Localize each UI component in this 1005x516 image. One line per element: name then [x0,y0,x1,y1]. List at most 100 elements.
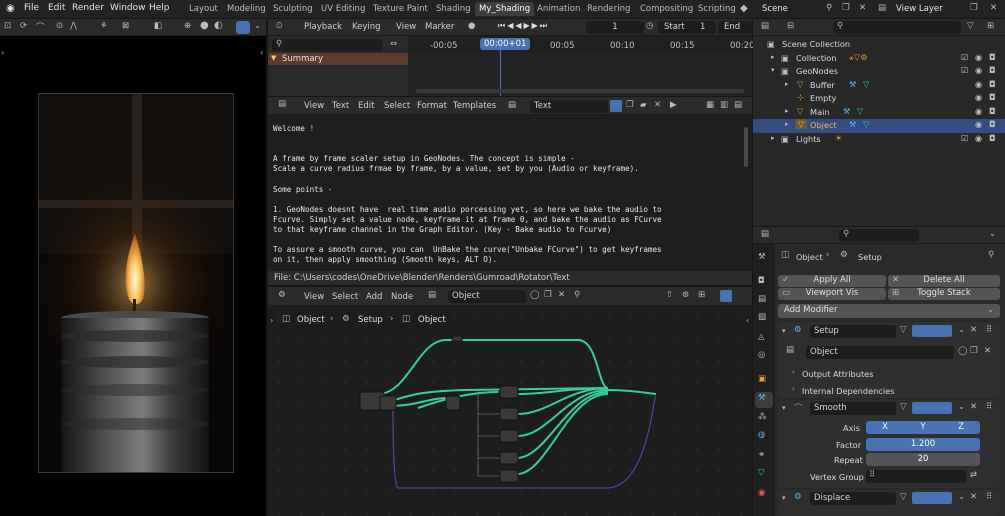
delete-view-layer-icon[interactable]: ✕ [990,3,997,13]
smooth-name-field[interactable]: Smooth [810,402,896,415]
summary-channel[interactable]: ▼ Summary [268,53,408,65]
blender-logo-icon[interactable]: ◉ [6,3,15,14]
menu-edit[interactable]: Edit [48,3,65,13]
toggle-stack-button[interactable]: ⊞ Toggle Stack [888,288,1000,300]
text-menu-select[interactable]: Select [384,101,410,111]
pin-icon[interactable]: ⚲ [574,290,580,300]
properties-object-name[interactable]: Object [796,252,823,262]
record-icon[interactable]: ● [468,21,475,31]
line-numbers-icon[interactable]: ▦ [706,100,714,110]
render-viewport[interactable]: › ‹ [0,36,266,516]
visibility-toggles[interactable] [912,492,952,504]
playhead-label[interactable]: 00:00+01 [480,38,531,50]
word-wrap-icon[interactable]: ▥ [720,100,728,110]
node-group-icon[interactable]: ▤ [786,345,794,355]
tab-animation[interactable]: Animation [537,4,580,14]
node-group-field[interactable]: Object [806,346,954,359]
sidebar-toggle-icon[interactable]: ‹ [260,48,263,57]
overlays-button[interactable] [720,290,732,302]
render-camera-icon[interactable]: ◘ [989,52,995,62]
outliner-filter-icon[interactable]: ▽ [967,21,974,31]
text-menu-view[interactable]: View [304,101,324,111]
syntax-highlight-icon[interactable]: ▤ [734,100,742,110]
scene-name[interactable]: Scene [762,4,788,14]
render-tab-icon[interactable]: ◘ [758,276,765,286]
outliner-row-lights[interactable]: ▸ ▣ Lights ☀ ☑ ◉ ◘ [753,133,1005,146]
clock-icon[interactable]: ◷ [646,21,653,31]
text-line[interactable]: to that keyframe channel in the Graph Ed… [273,225,662,235]
viewport-editor-icon[interactable]: ⊡ [4,21,11,31]
tab-uv-editing[interactable]: UV Editing [321,4,365,14]
text-datablock-icon[interactable]: ▤ [508,100,516,110]
object-tab-icon[interactable]: ▣ [758,374,766,384]
text-line[interactable] [273,195,662,205]
fake-user-icon[interactable]: ◯ [530,290,540,300]
output-tab-icon[interactable]: ▤ [758,294,766,304]
unlink-icon[interactable]: ✕ [558,290,565,300]
new-collection-icon[interactable]: ⊞ [987,21,994,31]
properties-options-icon[interactable]: ⌄ [989,229,996,239]
fake-user-button[interactable] [610,100,622,112]
channel-filter-icon[interactable]: ⇔ [390,39,397,49]
node-editor-icon[interactable]: ⚙ [278,290,286,300]
end-frame-field[interactable]: End [718,21,752,34]
setup-name-field[interactable]: Setup [810,325,896,338]
new-view-layer-icon[interactable]: ❐ [970,3,978,13]
text-datablock-field[interactable]: Text [530,100,608,113]
remove-modifier-icon[interactable]: ✕ [970,325,977,335]
timeline-menu-view[interactable]: View [396,22,416,32]
snap-icon[interactable]: ⊛ [682,290,689,300]
text-line[interactable]: 1. GeoNodes doesnt have real time audio … [273,205,662,215]
apply-all-button[interactable]: ✓ Apply All [778,275,886,287]
shading-options-icon[interactable]: ⌄ [254,21,261,31]
properties-modifier-name[interactable]: Setup [858,252,882,262]
text-editor-icon[interactable]: ▤ [278,99,286,109]
render-camera-icon[interactable]: ◘ [989,79,995,89]
text-line[interactable]: Some points - [273,185,662,195]
node-tree-type-icon[interactable]: ▤ [428,290,436,300]
displace-name-field[interactable]: Displace [810,492,896,505]
menu-render[interactable]: Render [72,3,104,13]
text-line[interactable]: A frame by frame scaler setup in GeoNode… [273,154,662,164]
text-line[interactable] [273,235,662,245]
outliner-row-object-selected[interactable]: ▸ ▽ Object ⚒ ▽ ◉ ◘ [753,119,1005,133]
tab-scripting[interactable]: Scripting [698,4,736,14]
playback-controls-icon[interactable]: ⏮◀◀▶▶⏭ [498,21,549,31]
text-scrollbar[interactable] [744,127,748,167]
data-tab-icon[interactable]: ▽ [758,468,765,478]
text-menu-edit[interactable]: Edit [358,101,374,111]
gizmo-icon[interactable]: ⚘ [100,21,108,31]
text-line[interactable]: Welcome ! [273,124,662,134]
axis-z-toggle[interactable]: Z [942,421,980,434]
node-menu-view[interactable]: View [304,292,324,302]
text-menu-format[interactable]: Format [417,101,447,111]
properties-editor-icon[interactable]: ▤ [761,229,769,239]
render-camera-icon[interactable]: ◘ [989,133,995,143]
world-tab-icon[interactable]: ◎ [758,350,765,360]
visibility-eye-icon[interactable]: ◉ [975,92,982,102]
drag-handle-icon[interactable]: ⠿ [986,402,992,412]
view-layer-tab-icon[interactable]: ▧ [758,312,766,322]
snap-mode-icon[interactable]: ⊞ [698,290,705,300]
display-mode-icon[interactable]: ⊟ [787,21,794,31]
proportional-icon[interactable]: ⋀ [70,21,77,31]
timeline-menu-playback[interactable]: Playback [304,22,342,32]
text-line[interactable] [273,134,662,144]
physics-tab-icon[interactable]: ◍ [758,430,765,440]
run-script-icon[interactable]: ▶ [670,100,677,110]
outliner-editor-icon[interactable]: ▤ [761,21,769,31]
collapse-arrow-icon[interactable]: ▾ [782,494,786,502]
channel-search-input[interactable] [272,39,382,51]
drag-handle-icon[interactable]: ⠿ [986,325,992,335]
menu-file[interactable]: File [24,3,39,13]
duplicate-icon[interactable]: ❐ [970,346,978,356]
axis-y-toggle[interactable]: Y [904,421,942,434]
collapse-arrow-icon[interactable]: ▾ [782,327,786,335]
unlink-icon[interactable]: ✕ [984,346,991,356]
pin-icon[interactable]: ⚲ [988,250,994,260]
collapse-arrow-icon[interactable]: ▾ [782,404,786,412]
expand-arrow-icon[interactable]: › [792,368,795,376]
expand-arrow-icon[interactable]: ▸ [771,53,775,61]
timeline-menu-marker[interactable]: Marker [425,22,454,32]
visibility-toggles[interactable] [912,325,952,337]
